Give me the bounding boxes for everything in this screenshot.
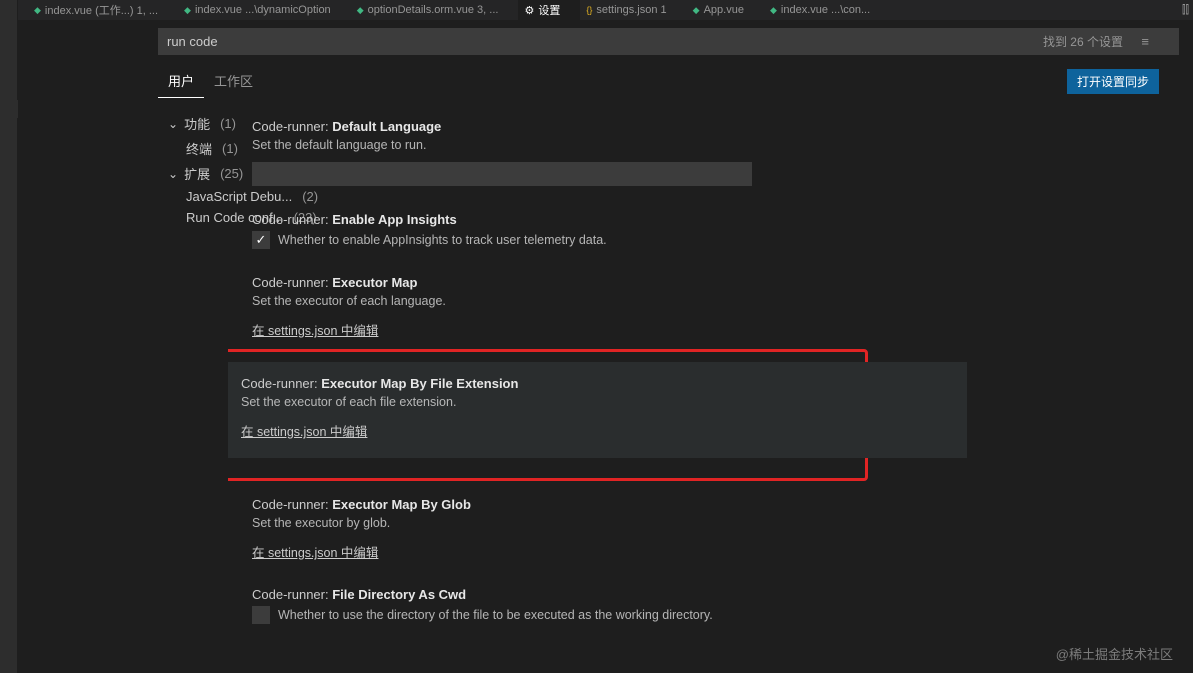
checkbox-row: Whether to use the directory of the file…	[252, 606, 1159, 624]
watermark: @稀土掘金技术社区	[1056, 644, 1173, 663]
setting-description: Whether to enable AppInsights to track u…	[278, 233, 607, 247]
setting-title: Code-runner: Executor Map By Glob	[252, 497, 1159, 512]
setting-file-directory-as-cwd: Code-runner: File Directory As Cwd Wheth…	[238, 577, 1159, 640]
edit-in-settings-json-link[interactable]: 在 settings.json 中编辑	[241, 421, 367, 440]
scope-user[interactable]: 用户	[158, 65, 204, 98]
tab-settings-json[interactable]: settings.json 1	[580, 2, 686, 18]
vue-icon	[770, 4, 777, 16]
settings-search-row: 找到 26 个设置 ≡	[18, 20, 1193, 63]
default-language-input[interactable]	[252, 162, 752, 186]
vue-icon	[357, 4, 364, 16]
setting-executor-map: Code-runner: Executor Map Set the execut…	[238, 265, 1159, 355]
chevron-down-icon	[168, 116, 178, 131]
toc-features[interactable]: 功能 (1)	[168, 111, 228, 136]
edit-in-settings-json-link[interactable]: 在 settings.json 中编辑	[252, 320, 378, 339]
open-settings-sync-button[interactable]: 打开设置同步	[1067, 69, 1159, 94]
edit-in-settings-json-link[interactable]: 在 settings.json 中编辑	[252, 542, 378, 561]
tab-index-vue-1[interactable]: index.vue (工作...) 1, ...	[28, 0, 178, 20]
scope-workspace[interactable]: 工作区	[204, 65, 263, 98]
setting-title: Code-runner: Executor Map By File Extens…	[241, 376, 967, 391]
settings-list: Code-runner: Default Language Set the de…	[228, 99, 1193, 673]
setting-description: Set the executor by glob.	[252, 512, 1159, 534]
gear-icon	[524, 4, 534, 17]
setting-executor-map-by-file-extension: ⚙ Code-runner: Executor Map By File Exte…	[228, 362, 967, 458]
json-icon	[586, 4, 592, 16]
setting-default-language: Code-runner: Default Language Set the de…	[238, 109, 1159, 202]
setting-description: Set the default language to run.	[252, 134, 1159, 156]
settings-search-input[interactable]	[158, 28, 1179, 55]
setting-title: Code-runner: Executor Map	[252, 275, 1159, 290]
toc-js-debug[interactable]: JavaScript Debu... (2)	[168, 186, 228, 207]
setting-executor-map-by-glob: Code-runner: Executor Map By Glob Set th…	[238, 487, 1159, 577]
tab-settings[interactable]: 设置	[518, 0, 580, 20]
main-area: index.vue (工作...) 1, ... index.vue ...\d…	[18, 0, 1193, 673]
settings-body: 功能 (1) 终端 (1) 扩展 (25) JavaScript Debu...…	[18, 99, 1193, 673]
setting-title: Code-runner: Enable App Insights	[252, 212, 1159, 227]
tab-index-vue-3[interactable]: index.vue ...\con...	[764, 2, 890, 18]
tab-index-vue-2[interactable]: index.vue ...\dynamicOption	[178, 2, 351, 18]
tab-option-details[interactable]: optionDetails.orm.vue 3, ...	[351, 2, 519, 18]
tab-app-vue[interactable]: App.vue	[687, 2, 764, 18]
setting-description: Whether to use the directory of the file…	[278, 608, 713, 622]
toc-extensions[interactable]: 扩展 (25)	[168, 161, 228, 186]
clear-filter-icon[interactable]: ≡	[1131, 34, 1159, 49]
vue-icon	[184, 4, 191, 16]
setting-enable-app-insights: Code-runner: Enable App Insights Whether…	[238, 202, 1159, 265]
toc-terminal[interactable]: 终端 (1)	[168, 136, 228, 161]
activity-bar	[0, 0, 18, 673]
file-dir-cwd-checkbox[interactable]	[252, 606, 270, 624]
setting-title: Code-runner: Default Language	[252, 119, 1159, 134]
split-editor-icon[interactable]: ⫿⫿	[1182, 4, 1189, 17]
settings-toc: 功能 (1) 终端 (1) 扩展 (25) JavaScript Debu...…	[18, 99, 228, 673]
activity-indicator	[0, 100, 18, 118]
search-result-count: 找到 26 个设置	[1043, 33, 1123, 50]
setting-description: Set the executor of each file extension.	[241, 391, 967, 413]
highlighted-annotation: ⚙ Code-runner: Executor Map By File Exte…	[228, 349, 868, 481]
tab-bar-actions: ⫿⫿	[1182, 4, 1193, 17]
vue-icon	[34, 4, 41, 16]
checkbox-row: Whether to enable AppInsights to track u…	[252, 231, 1159, 249]
app-insights-checkbox[interactable]	[252, 231, 270, 249]
setting-title: Code-runner: File Directory As Cwd	[252, 587, 1159, 602]
chevron-down-icon	[168, 166, 178, 181]
setting-description: Set the executor of each language.	[252, 290, 1159, 312]
vue-icon	[693, 4, 700, 16]
editor-tab-bar: index.vue (工作...) 1, ... index.vue ...\d…	[18, 0, 1193, 20]
settings-scope-bar: 用户 工作区 打开设置同步	[18, 63, 1193, 99]
toc-run-code[interactable]: Run Code conf... (23)	[168, 207, 228, 228]
